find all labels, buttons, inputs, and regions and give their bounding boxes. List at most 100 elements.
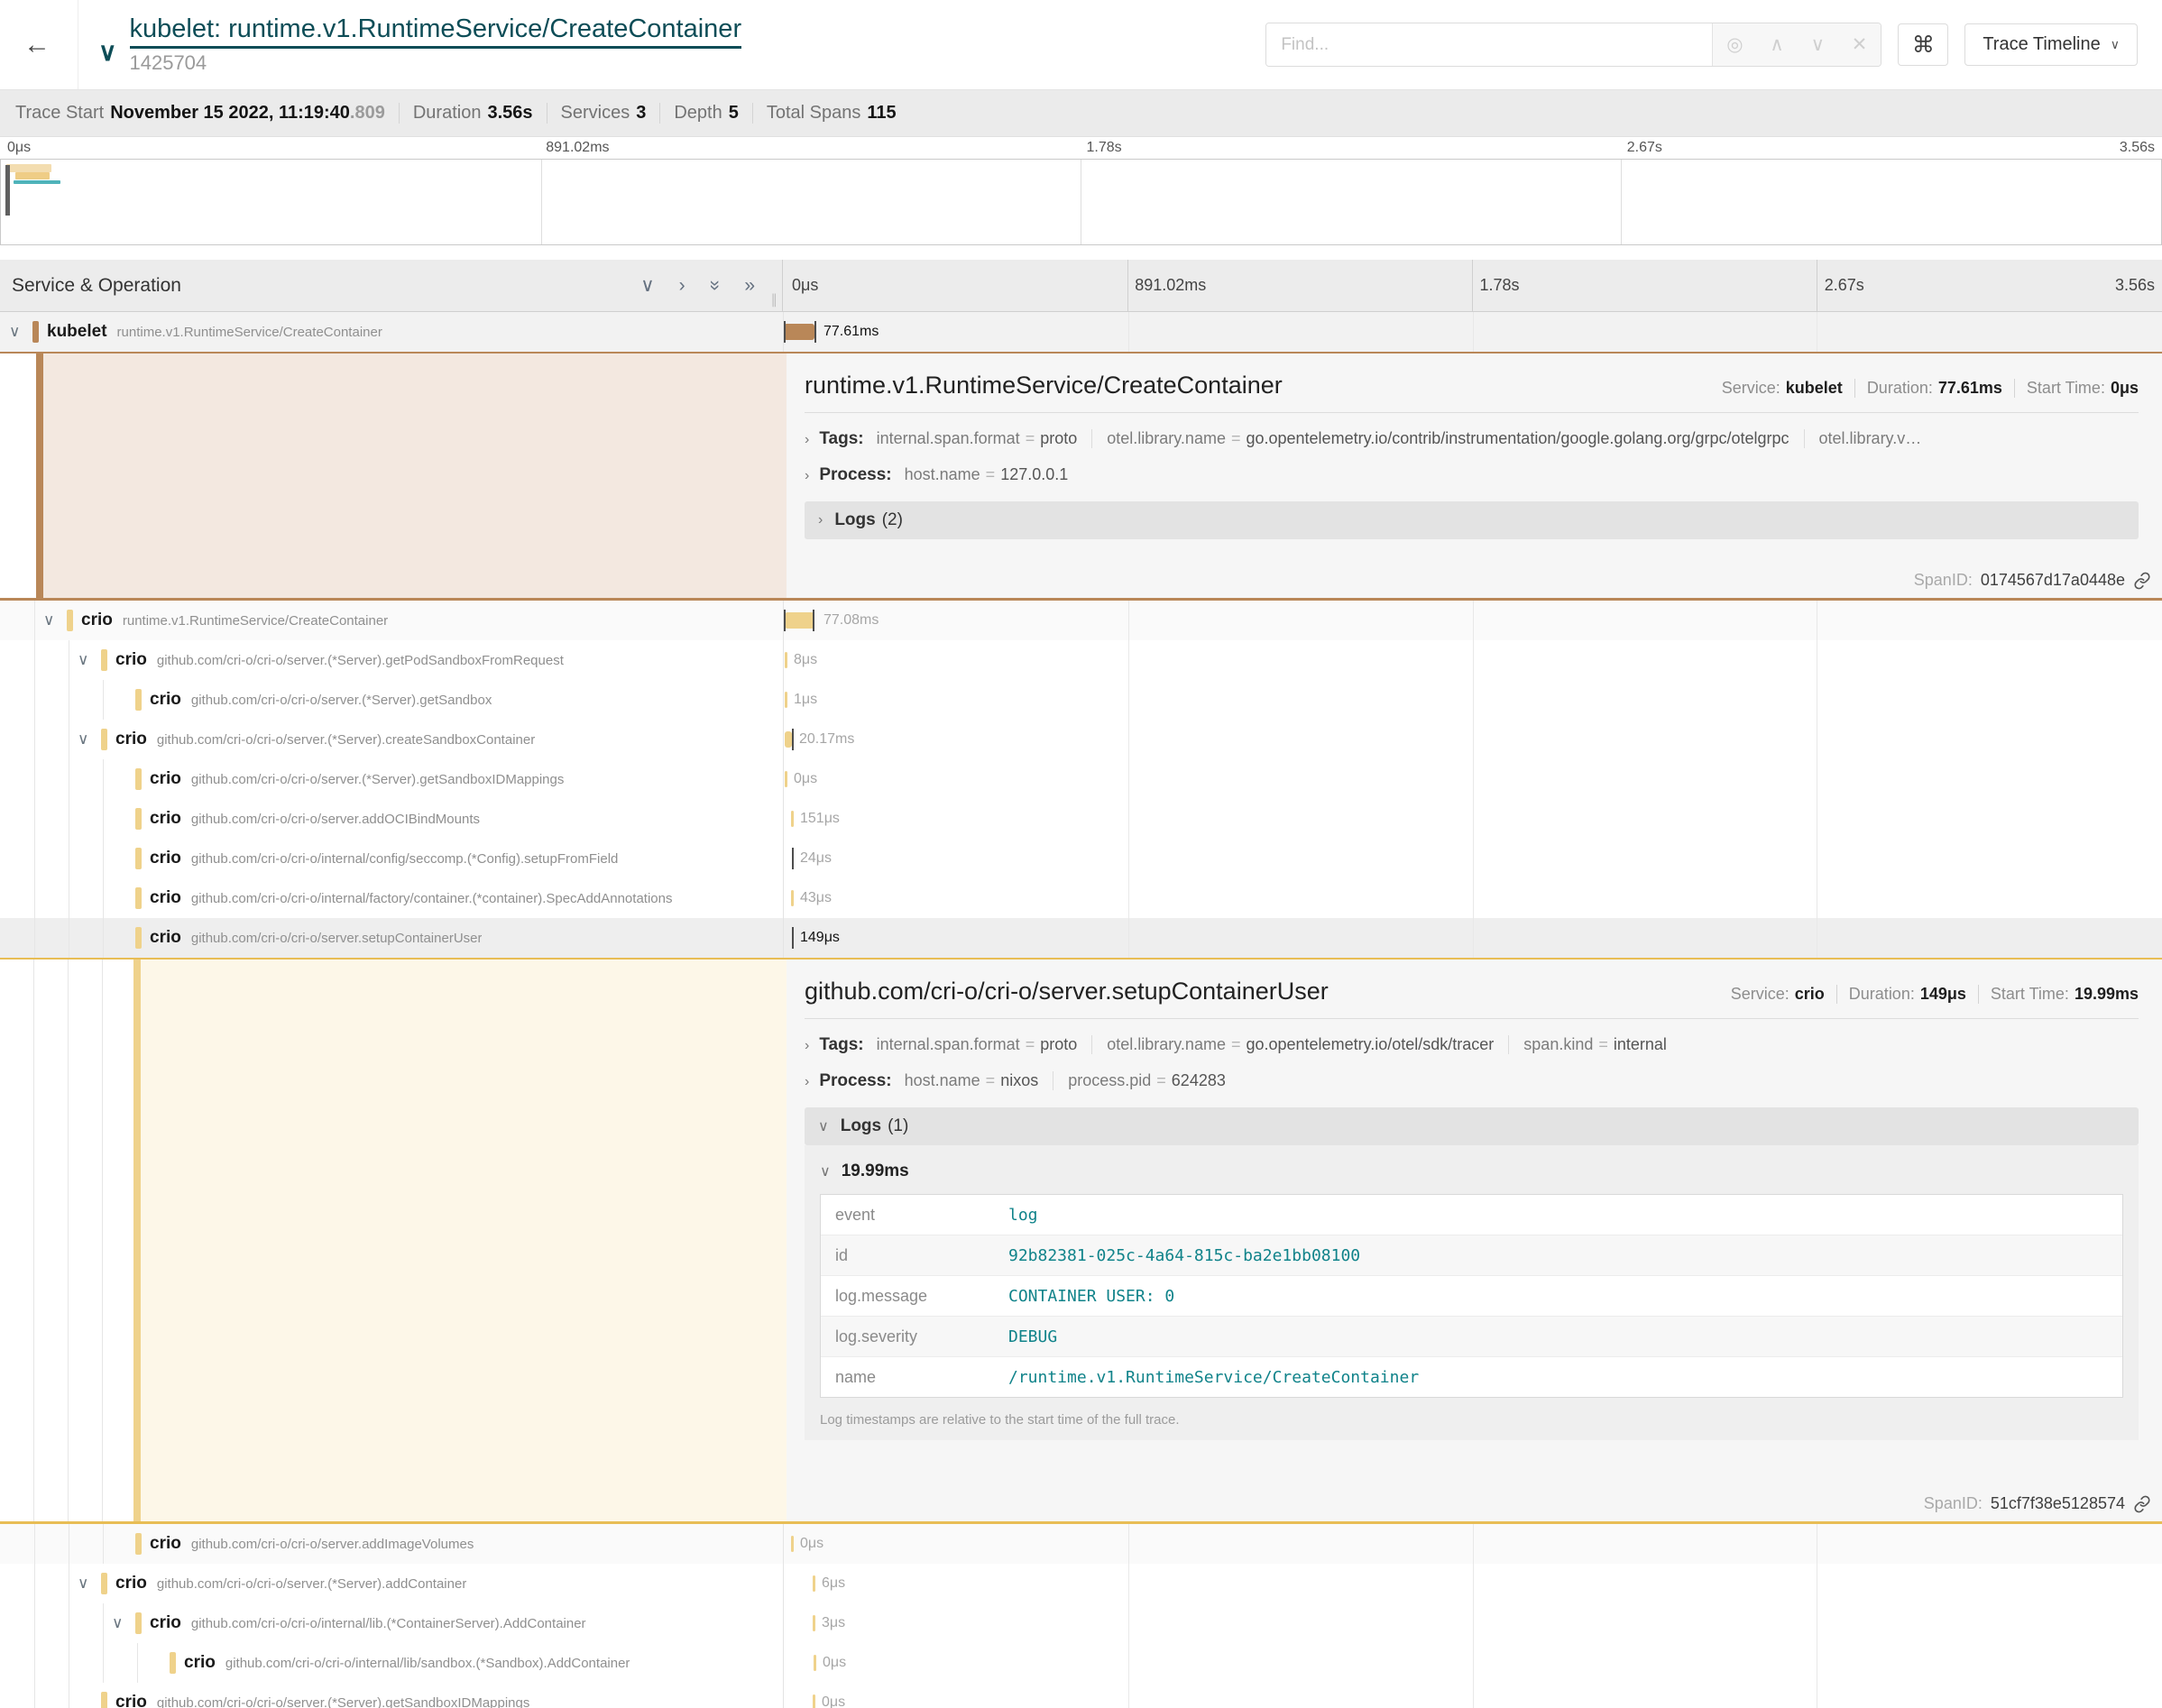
kv-equals: = <box>1026 429 1035 447</box>
log-marker-tick <box>792 848 794 869</box>
span-row[interactable]: crio github.com/cri-o/cri-o/server.(*Ser… <box>0 759 2162 799</box>
span-timeline-cell[interactable]: 0μs <box>783 1683 2162 1708</box>
view-selector-button[interactable]: Trace Timeline ∨ <box>1964 23 2138 66</box>
expand-chevron-icon[interactable]: ∨ <box>78 651 101 669</box>
trace-title-chevron-icon[interactable]: ∨ <box>98 37 117 67</box>
span-timeline-cell[interactable]: 3μs <box>783 1603 2162 1643</box>
collapse-one-icon[interactable]: ∨ <box>640 276 654 295</box>
keyboard-shortcuts-button[interactable]: ⌘ <box>1898 23 1948 66</box>
prev-result-icon[interactable]: ∧ <box>1770 33 1783 56</box>
find-input[interactable] <box>1266 23 1712 66</box>
span-timeline-cell[interactable]: 77.08ms <box>783 601 2162 640</box>
expand-chevron-icon[interactable]: ∨ <box>112 1614 135 1632</box>
trace-summary-bar: Trace StartNovember 15 2022, 11:19:40.80… <box>0 90 2162 137</box>
minimap-tick: 891.02ms <box>546 140 609 156</box>
service-color-bar <box>170 1652 176 1674</box>
kv-equals: = <box>1156 1071 1166 1089</box>
span-timeline-cell[interactable]: 149μs <box>783 918 2162 958</box>
span-id-label: SpanID: <box>1924 1494 1983 1513</box>
timeline-header-left: Service & Operation ∨ › » » ∥ <box>0 260 783 311</box>
span-timeline-cell[interactable]: 1μs <box>783 680 2162 720</box>
process-row[interactable]: › Process: host.name=127.0.0.1 <box>805 465 2139 485</box>
span-row[interactable]: ∨ kubelet runtime.v1.RuntimeService/Crea… <box>0 312 2162 352</box>
minimap-scrubber[interactable] <box>5 165 10 216</box>
caret-right-icon: › <box>805 432 809 448</box>
span-rows-top: ∨ kubelet runtime.v1.RuntimeService/Crea… <box>0 312 2162 352</box>
next-result-icon[interactable]: ∨ <box>1811 33 1825 56</box>
span-duration-label: 0μs <box>800 1536 823 1552</box>
span-timeline-cell[interactable]: 20.17ms <box>783 720 2162 759</box>
meta-service: Service:kubelet <box>1710 379 1854 398</box>
timeline-header: Service & Operation ∨ › » » ∥ 0μs 891.02… <box>0 260 2162 312</box>
span-duration-bar <box>785 731 792 748</box>
expand-chevron-icon[interactable]: ∨ <box>43 611 67 629</box>
key-value-pair: process.pid=624283 <box>1053 1071 1240 1090</box>
process-label: Process: <box>819 465 891 485</box>
back-button[interactable]: ← <box>0 0 78 89</box>
trace-title-link[interactable]: kubelet: runtime.v1.RuntimeService/Creat… <box>130 14 742 49</box>
span-row-left: ∨ kubelet runtime.v1.RuntimeService/Crea… <box>0 312 783 352</box>
logs-count: (1) <box>888 1116 908 1136</box>
log-field-key: event <box>821 1206 1008 1225</box>
copy-link-icon[interactable] <box>2133 1495 2151 1513</box>
span-operation-title: runtime.v1.RuntimeService/CreateContaine… <box>805 372 1710 399</box>
span-row[interactable]: crio github.com/cri-o/cri-o/server.addIm… <box>0 1524 2162 1564</box>
span-timeline-cell[interactable]: 0μs <box>783 759 2162 799</box>
span-timeline-cell[interactable]: 0μs <box>783 1524 2162 1564</box>
span-timeline-cell[interactable]: 24μs <box>783 839 2162 878</box>
kv-equals: = <box>1231 1035 1241 1053</box>
clear-find-icon[interactable]: ✕ <box>1852 33 1868 56</box>
service-color-bar <box>135 848 142 869</box>
timeline-header-ticks: 0μs 891.02ms 1.78s 2.67s 3.56s <box>783 260 2162 311</box>
minimap-span-bar <box>6 164 51 172</box>
minimap-canvas[interactable] <box>0 159 2162 245</box>
span-row[interactable]: crio github.com/cri-o/cri-o/server.setup… <box>0 918 2162 958</box>
tags-row[interactable]: › Tags: internal.span.format=proto otel.… <box>805 1035 2139 1055</box>
expand-chevron-icon[interactable]: ∨ <box>9 323 32 341</box>
expand-all-icon[interactable]: » <box>744 276 755 295</box>
span-row[interactable]: ∨ crio runtime.v1.RuntimeService/CreateC… <box>0 601 2162 640</box>
log-marker-tick <box>784 610 786 631</box>
span-row[interactable]: ∨ crio github.com/cri-o/cri-o/server.(*S… <box>0 640 2162 680</box>
span-row[interactable]: crio github.com/cri-o/cri-o/server.addOC… <box>0 799 2162 839</box>
copy-link-icon[interactable] <box>2133 572 2151 590</box>
span-row[interactable]: crio github.com/cri-o/cri-o/server.(*Ser… <box>0 680 2162 720</box>
expand-chevron-icon[interactable]: ∨ <box>78 730 101 748</box>
span-timeline-cell[interactable]: 77.61ms <box>783 312 2162 352</box>
key-value-pair: host.name=nixos <box>905 1071 1053 1090</box>
timeline-tick: 2.67s <box>1825 276 1864 295</box>
expand-chevron-icon[interactable]: ∨ <box>78 1575 101 1593</box>
tags-row[interactable]: › Tags: internal.span.format=proto otel.… <box>805 429 2139 449</box>
logs-accordion-collapsed[interactable]: › Logs (2) <box>805 501 2139 539</box>
top-bar: ← ∨ kubelet: runtime.v1.RuntimeService/C… <box>0 0 2162 90</box>
kv-value: 127.0.0.1 <box>1000 465 1068 483</box>
span-row[interactable]: ∨ crio github.com/cri-o/cri-o/internal/l… <box>0 1603 2162 1643</box>
logs-count: (2) <box>882 510 903 530</box>
key-value-pair: otel.library.name=go.opentelemetry.io/ot… <box>1091 1035 1508 1054</box>
span-row[interactable]: crio github.com/cri-o/cri-o/internal/lib… <box>0 1643 2162 1683</box>
span-timeline-cell[interactable]: 0μs <box>783 1643 2162 1683</box>
span-duration-bar <box>785 652 787 668</box>
span-row[interactable]: crio github.com/cri-o/cri-o/server.(*Ser… <box>0 1683 2162 1708</box>
span-row[interactable]: crio github.com/cri-o/cri-o/internal/fac… <box>0 878 2162 918</box>
kv-equals: = <box>1026 1035 1035 1053</box>
span-row[interactable]: ∨ crio github.com/cri-o/cri-o/server.(*S… <box>0 720 2162 759</box>
logs-accordion-expanded[interactable]: ∨ Logs (1) <box>805 1107 2139 1145</box>
span-row[interactable]: crio github.com/cri-o/cri-o/internal/con… <box>0 839 2162 878</box>
span-duration-bar <box>813 1694 815 1708</box>
span-duration-label: 43μs <box>800 890 832 906</box>
span-timeline-cell[interactable]: 8μs <box>783 640 2162 680</box>
span-timeline-cell[interactable]: 43μs <box>783 878 2162 918</box>
process-row[interactable]: › Process: host.name=nixos process.pid=6… <box>805 1071 2139 1091</box>
log-timestamp-header[interactable]: ∨ 19.99ms <box>820 1162 2123 1181</box>
span-duration-bar <box>791 811 794 827</box>
span-timeline-cell[interactable]: 6μs <box>783 1564 2162 1603</box>
span-row[interactable]: ∨ crio github.com/cri-o/cri-o/server.(*S… <box>0 1564 2162 1603</box>
expand-one-icon[interactable]: › <box>679 276 685 295</box>
column-resize-handle[interactable]: ∥ <box>771 291 778 308</box>
target-icon[interactable]: ◎ <box>1726 33 1743 56</box>
kv-key: otel.library.name <box>1107 1035 1226 1053</box>
span-timeline-cell[interactable]: 151μs <box>783 799 2162 839</box>
service-name: kubelet <box>47 322 107 342</box>
collapse-all-icon[interactable]: » <box>705 280 724 291</box>
